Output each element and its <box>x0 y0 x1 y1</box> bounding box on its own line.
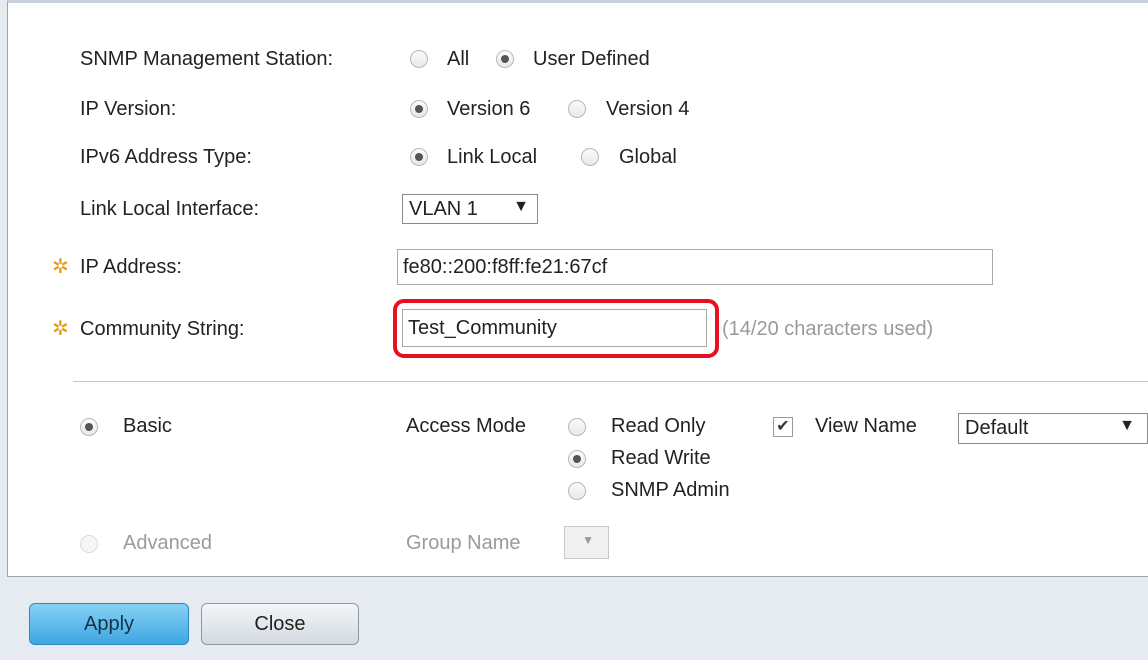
ipv6-type-label: IPv6 Address Type: <box>80 146 252 168</box>
ipv6-link-local-label: Link Local <box>447 146 538 168</box>
snmp-admin-label: SNMP Admin <box>611 479 730 501</box>
view-name-checkbox[interactable]: ✔ <box>773 417 793 437</box>
ip-version-label: IP Version: <box>80 98 177 120</box>
view-name-label: View Name <box>815 415 917 437</box>
chevron-down-icon: ▼ <box>582 533 594 547</box>
ip-version-4-label: Version 4 <box>606 98 690 120</box>
station-user-defined-label: User Defined <box>533 48 650 70</box>
ipv6-global-label: Global <box>619 146 677 168</box>
close-button[interactable]: Close <box>201 603 359 645</box>
read-only-radio[interactable] <box>568 418 586 436</box>
advanced-mode-radio[interactable] <box>80 535 98 553</box>
ip-version-6-radio[interactable] <box>410 100 428 118</box>
link-local-interface-value: VLAN 1 <box>409 197 478 220</box>
checkmark-icon: ✔ <box>776 418 790 435</box>
advanced-mode-label: Advanced <box>123 532 212 554</box>
group-name-label: Group Name <box>406 532 521 554</box>
basic-mode-radio[interactable] <box>80 418 98 436</box>
snmp-admin-radio[interactable] <box>568 482 586 500</box>
station-all-label: All <box>447 48 470 70</box>
station-label: SNMP Management Station: <box>80 48 334 70</box>
ip-address-input[interactable]: fe80::200:f8ff:fe21:67cf <box>397 249 993 285</box>
community-string-label: Community String: <box>80 318 245 340</box>
character-counter: (14/20 characters used) <box>722 318 934 340</box>
apply-button[interactable]: Apply <box>29 603 189 645</box>
read-write-label: Read Write <box>611 447 711 469</box>
required-icon: ✲ <box>52 318 69 340</box>
chevron-down-icon: ▼ <box>513 198 529 215</box>
basic-mode-label: Basic <box>123 415 172 437</box>
section-divider <box>73 381 1148 382</box>
ip-version-6-label: Version 6 <box>447 98 531 120</box>
ipv6-global-radio[interactable] <box>581 148 599 166</box>
station-all-radio[interactable] <box>410 50 428 68</box>
highlight-box <box>393 299 719 358</box>
read-write-radio[interactable] <box>568 450 586 468</box>
station-user-defined-radio[interactable] <box>496 50 514 68</box>
ip-address-label: IP Address: <box>80 256 182 278</box>
read-only-label: Read Only <box>611 415 706 437</box>
required-icon: ✲ <box>52 256 69 278</box>
ip-version-4-radio[interactable] <box>568 100 586 118</box>
view-name-select[interactable]: Default ▼ <box>958 413 1148 444</box>
link-local-interface-label: Link Local Interface: <box>80 198 259 220</box>
link-local-interface-select[interactable]: VLAN 1 ▼ <box>402 194 538 224</box>
access-mode-label: Access Mode <box>406 415 527 437</box>
chevron-down-icon: ▼ <box>1119 417 1135 434</box>
ip-address-value: fe80::200:f8ff:fe21:67cf <box>403 255 608 278</box>
view-name-value: Default <box>965 417 1029 439</box>
ipv6-link-local-radio[interactable] <box>410 148 428 166</box>
group-name-select[interactable]: ▼ <box>564 526 609 559</box>
